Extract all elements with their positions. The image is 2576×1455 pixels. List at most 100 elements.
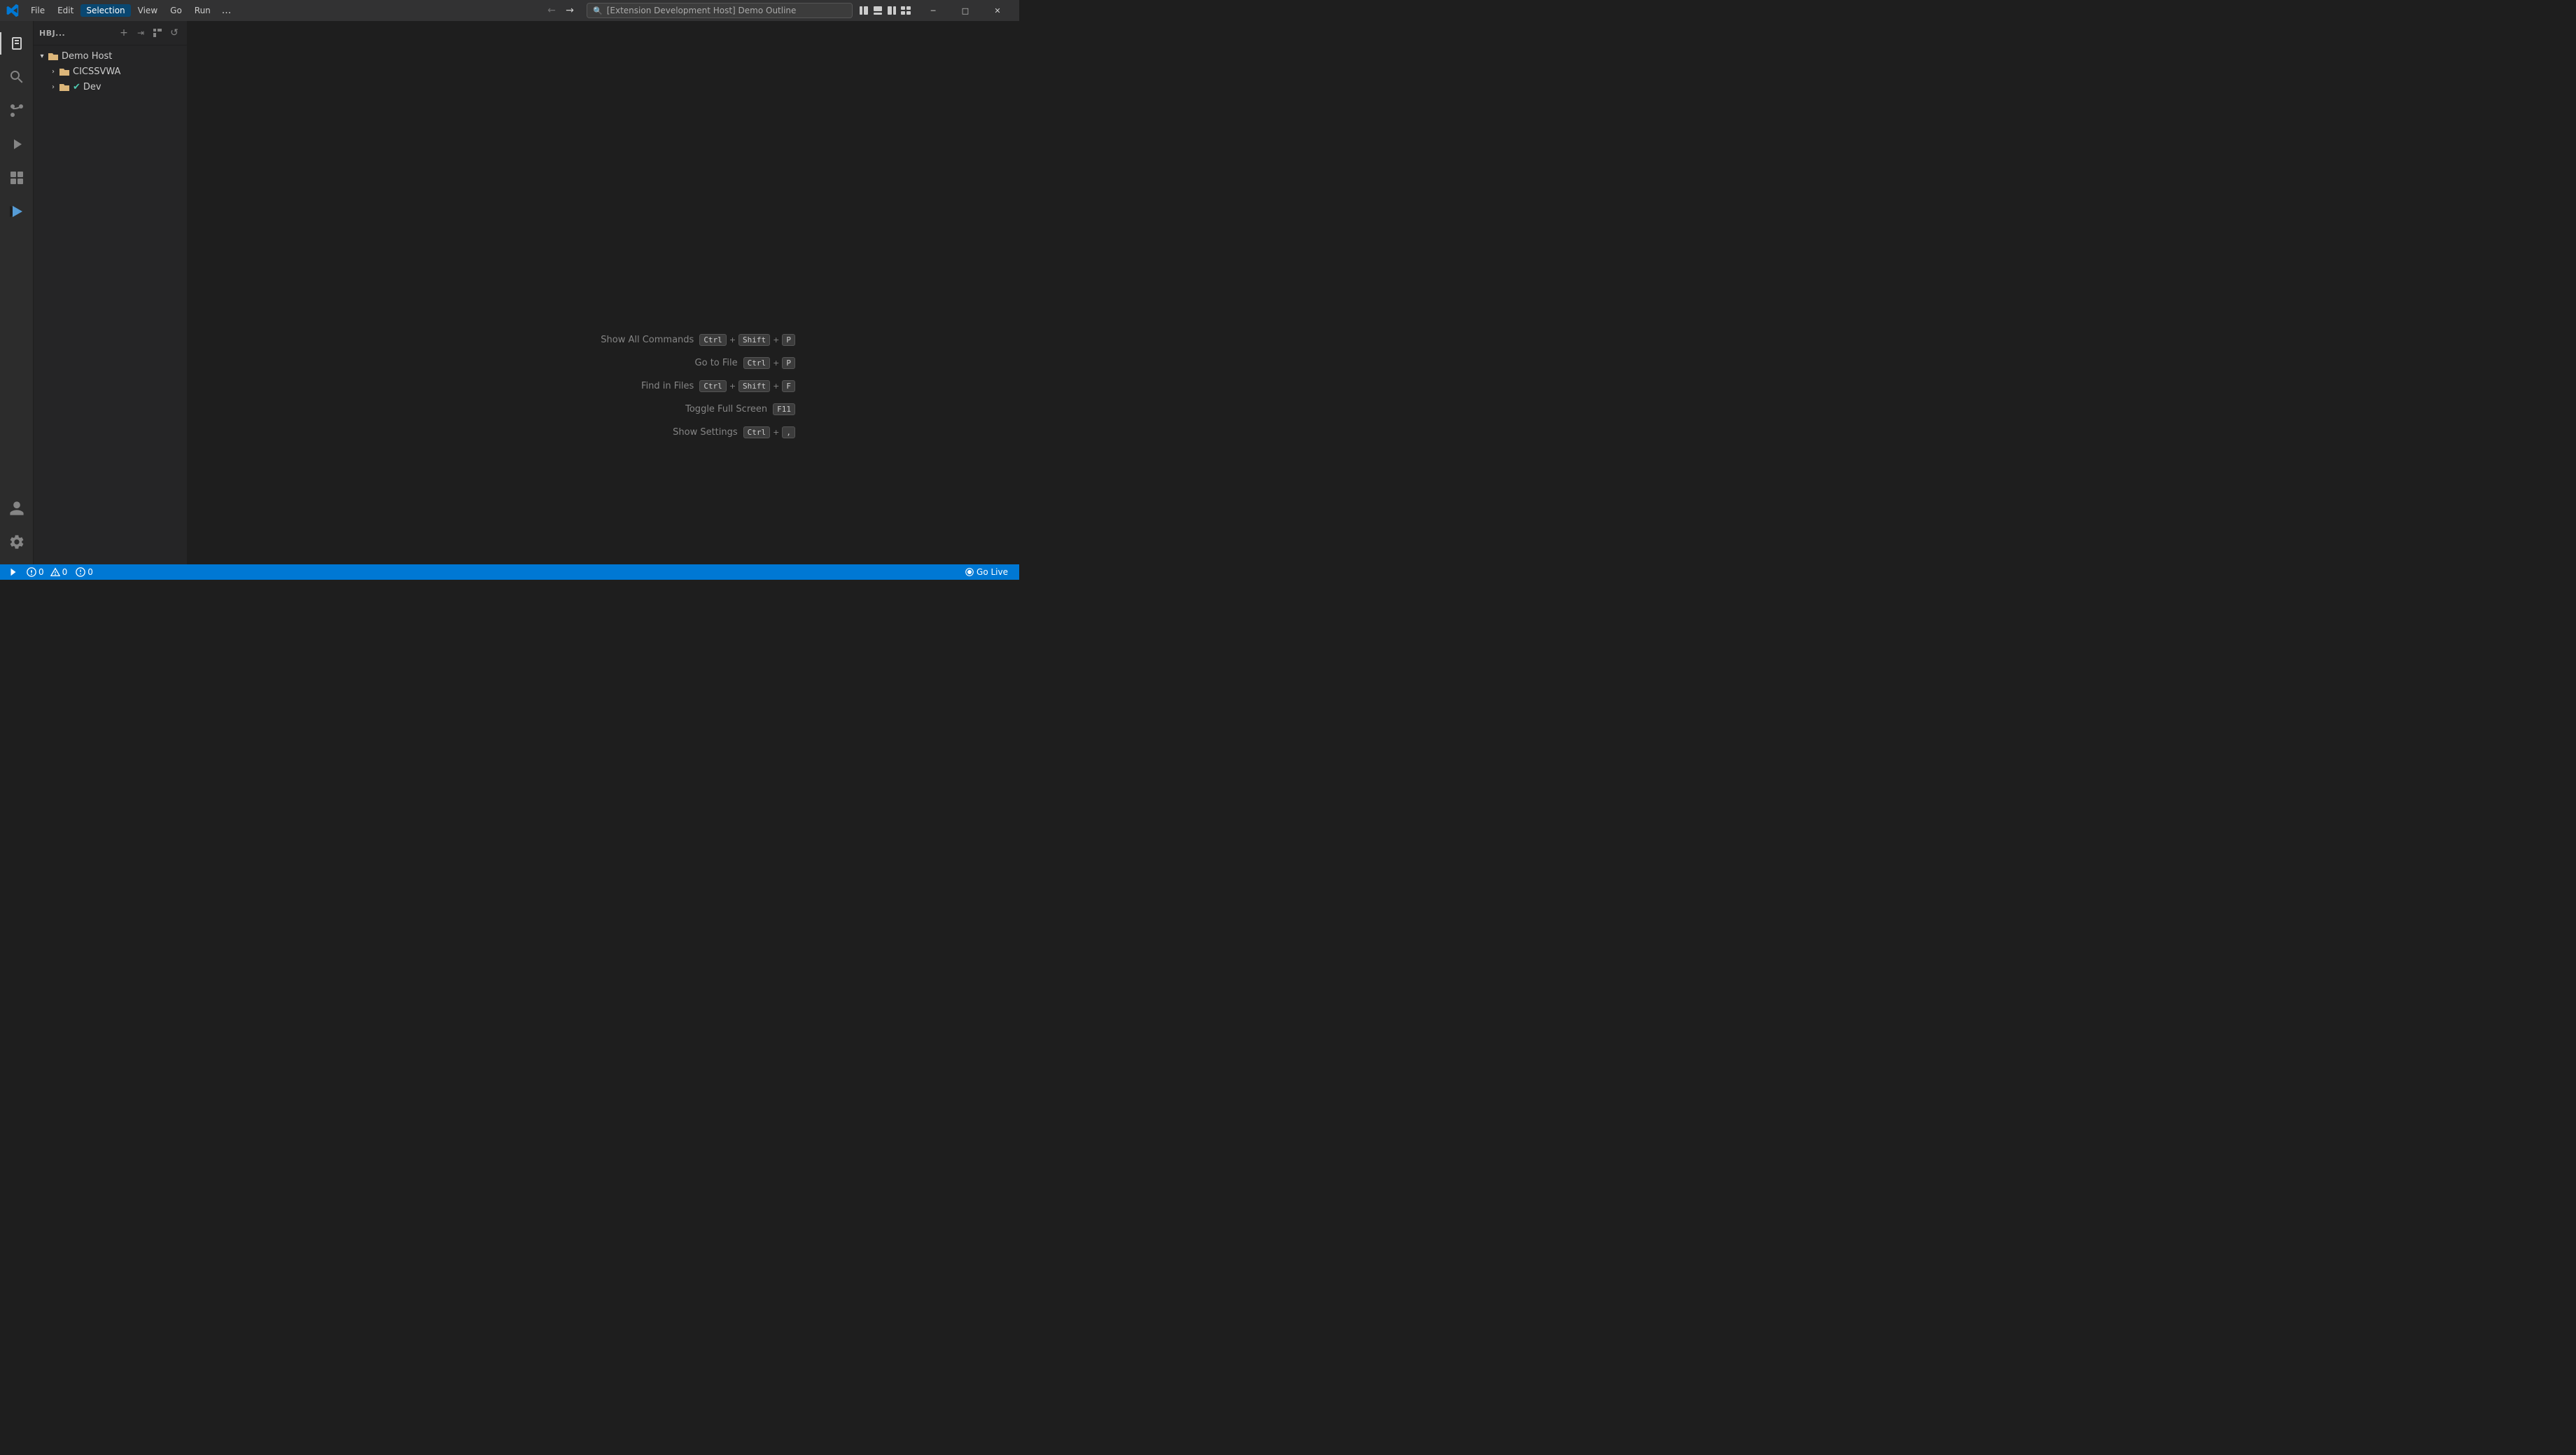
customize-layout-button[interactable] bbox=[900, 5, 911, 16]
shortcut-label-go-to-file: Go to File bbox=[695, 358, 738, 368]
statusbar-error-count: 0 bbox=[38, 567, 44, 577]
tree-item-demo-host[interactable]: ▾ Demo Host bbox=[34, 48, 187, 64]
file-tree: ▾ Demo Host › CICSSVWA › ✔ bbox=[34, 46, 187, 564]
toolbar-layout-buttons bbox=[858, 5, 911, 16]
tree-item-dev[interactable]: › ✔ Dev bbox=[34, 79, 187, 95]
tree-label-dev: Dev bbox=[83, 82, 102, 92]
chevron-down-icon: ▾ bbox=[36, 50, 48, 62]
toggle-sidebar-button[interactable] bbox=[858, 5, 869, 16]
menu-edit[interactable]: Edit bbox=[52, 4, 79, 17]
main-layout: HBJ... + ⇥ ↺ ▾ Demo Host › bbox=[0, 21, 1019, 564]
statusbar-info[interactable]: 0 bbox=[73, 564, 96, 580]
statusbar-remote-icon[interactable] bbox=[6, 564, 21, 580]
chevron-right-icon: › bbox=[48, 66, 59, 77]
shortcut-keys-find-in-files: Ctrl + Shift + F bbox=[699, 380, 795, 392]
menu-more[interactable]: ... bbox=[218, 4, 235, 18]
key-sep-2: + bbox=[773, 335, 779, 344]
shortcut-label-show-settings: Show Settings bbox=[673, 427, 738, 438]
checkmark-icon: ✔ bbox=[73, 82, 80, 92]
folder-open-icon bbox=[48, 50, 59, 62]
vscode-logo bbox=[6, 4, 20, 18]
activity-explorer[interactable] bbox=[0, 27, 34, 60]
chevron-right-icon-dev: › bbox=[48, 81, 59, 92]
maximize-button[interactable]: □ bbox=[949, 0, 981, 21]
key-f11: F11 bbox=[773, 403, 795, 415]
activity-account[interactable] bbox=[0, 492, 34, 525]
new-file-button[interactable]: + bbox=[117, 26, 131, 40]
shortcut-label-toggle-fullscreen: Toggle Full Screen bbox=[685, 404, 767, 415]
sidebar: HBJ... + ⇥ ↺ ▾ Demo Host › bbox=[34, 21, 188, 564]
tree-label-cicssvwa: CICSSVWA bbox=[73, 67, 120, 77]
nav-back-button[interactable]: ← bbox=[543, 3, 560, 18]
navigation-buttons: ← → bbox=[543, 3, 578, 18]
nav-forward-button[interactable]: → bbox=[561, 3, 578, 18]
shortcut-label-show-all-commands: Show All Commands bbox=[601, 335, 694, 345]
titlebar: File Edit Selection View Go Run ... ← → … bbox=[0, 0, 1019, 21]
statusbar: 0 0 0 Go Live bbox=[0, 564, 1019, 580]
statusbar-right: Go Live bbox=[960, 564, 1014, 580]
tree-label-demo-host: Demo Host bbox=[62, 51, 112, 62]
main-content: Show All Commands Ctrl + Shift + P Go to… bbox=[188, 21, 1019, 564]
menu-go[interactable]: Go bbox=[164, 4, 188, 17]
activity-remote-explorer[interactable] bbox=[0, 195, 34, 228]
menu-bar: File Edit Selection View Go Run ... bbox=[25, 4, 543, 18]
window-controls: ─ □ ✕ bbox=[917, 0, 1014, 21]
key-ctrl-4: Ctrl bbox=[743, 426, 771, 438]
go-live-button[interactable]: Go Live bbox=[960, 564, 1014, 580]
menu-run[interactable]: Run bbox=[189, 4, 216, 17]
sidebar-actions: + ⇥ ↺ bbox=[117, 26, 181, 40]
menu-file[interactable]: File bbox=[25, 4, 50, 17]
activity-settings[interactable] bbox=[0, 525, 34, 559]
key-shift: Shift bbox=[738, 334, 770, 346]
shortcut-keys-go-to-file: Ctrl + P bbox=[743, 357, 795, 369]
sidebar-title: HBJ... bbox=[39, 29, 65, 38]
key-sep: + bbox=[729, 335, 736, 344]
shortcut-show-settings: Show Settings Ctrl + , bbox=[601, 426, 795, 438]
activity-search[interactable] bbox=[0, 60, 34, 94]
key-p: P bbox=[782, 334, 795, 346]
key-f: F bbox=[782, 380, 795, 392]
collapse-all-button[interactable] bbox=[150, 26, 164, 40]
command-palette-button[interactable]: 🔍 [Extension Development Host] Demo Outl… bbox=[587, 3, 853, 18]
shortcut-label-find-in-files: Find in Files bbox=[641, 381, 694, 391]
shortcut-keys-show-settings: Ctrl + , bbox=[743, 426, 795, 438]
close-button[interactable]: ✕ bbox=[981, 0, 1014, 21]
key-shift-2: Shift bbox=[738, 380, 770, 392]
key-ctrl-3: Ctrl bbox=[699, 380, 727, 392]
shortcut-show-all-commands: Show All Commands Ctrl + Shift + P bbox=[601, 334, 795, 346]
menu-selection[interactable]: Selection bbox=[80, 4, 130, 17]
new-folder-button[interactable]: ⇥ bbox=[134, 26, 148, 40]
go-live-label: Go Live bbox=[976, 567, 1008, 577]
refresh-button[interactable]: ↺ bbox=[167, 26, 181, 40]
activity-bar-bottom bbox=[0, 492, 34, 564]
activity-run-debug[interactable] bbox=[0, 127, 34, 161]
menu-view[interactable]: View bbox=[132, 4, 163, 17]
key-comma: , bbox=[782, 426, 795, 438]
key-sep-5: + bbox=[773, 382, 779, 391]
statusbar-left: 0 0 0 bbox=[6, 564, 96, 580]
shortcut-toggle-fullscreen: Toggle Full Screen F11 bbox=[601, 403, 795, 415]
key-sep-6: + bbox=[773, 428, 779, 437]
key-ctrl: Ctrl bbox=[699, 334, 727, 346]
shortcuts-panel: Show All Commands Ctrl + Shift + P Go to… bbox=[601, 334, 795, 438]
shortcut-keys-show-all-commands: Ctrl + Shift + P bbox=[699, 334, 795, 346]
shortcut-keys-toggle-fullscreen: F11 bbox=[773, 403, 795, 415]
statusbar-info-count: 0 bbox=[88, 567, 93, 577]
key-p-2: P bbox=[782, 357, 795, 369]
shortcut-go-to-file: Go to File Ctrl + P bbox=[601, 357, 795, 369]
key-sep-4: + bbox=[729, 382, 736, 391]
toggle-panel-button[interactable] bbox=[872, 5, 883, 16]
tree-item-cicssvwa[interactable]: › CICSSVWA bbox=[34, 64, 187, 79]
key-ctrl-2: Ctrl bbox=[743, 357, 771, 369]
folder-icon-dev bbox=[59, 81, 70, 92]
shortcut-find-in-files: Find in Files Ctrl + Shift + F bbox=[601, 380, 795, 392]
statusbar-warning-count: 0 bbox=[62, 567, 68, 577]
folder-closed-icon bbox=[59, 66, 70, 77]
toggle-secondary-sidebar-button[interactable] bbox=[886, 5, 897, 16]
minimize-button[interactable]: ─ bbox=[917, 0, 949, 21]
activity-extensions[interactable] bbox=[0, 161, 34, 195]
search-text: [Extension Development Host] Demo Outlin… bbox=[607, 6, 797, 15]
activity-source-control[interactable] bbox=[0, 94, 34, 127]
statusbar-errors[interactable]: 0 0 bbox=[24, 564, 70, 580]
key-sep-3: + bbox=[773, 358, 779, 368]
